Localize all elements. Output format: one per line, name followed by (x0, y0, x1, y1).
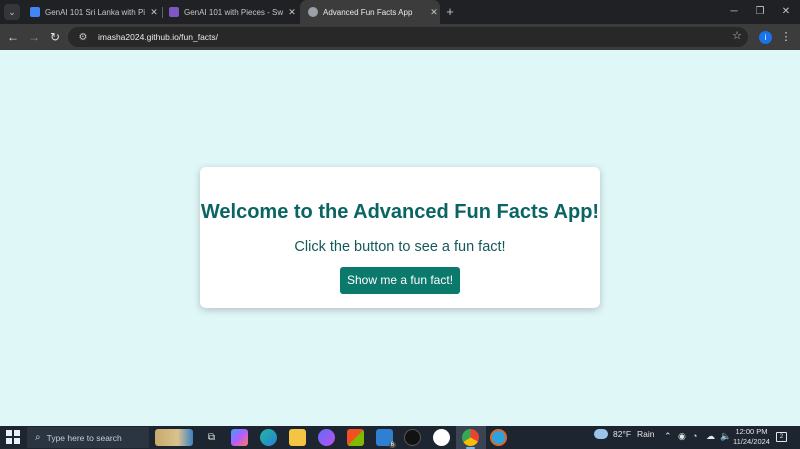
bookmark-star-icon[interactable]: ☆ (732, 29, 742, 42)
notification-center-icon[interactable]: 2 (776, 432, 787, 442)
windows-start-icon[interactable] (6, 430, 20, 444)
more-menu-icon[interactable]: ⋮ (779, 28, 793, 46)
media-player-icon[interactable] (318, 429, 335, 446)
store-icon[interactable] (347, 429, 364, 446)
close-icon[interactable]: ✕ (148, 7, 160, 18)
close-window-button[interactable]: ✕ (772, 2, 800, 22)
new-tab-button[interactable]: + (443, 4, 457, 20)
file-explorer-icon[interactable] (289, 429, 306, 446)
chevron-up-icon[interactable]: ⌃ (664, 431, 672, 442)
pieces-icon[interactable] (433, 429, 450, 446)
show-fun-fact-button[interactable]: Show me a fun fact! (340, 267, 460, 294)
back-arrow-icon[interactable]: ← (4, 28, 22, 46)
meet-now-icon[interactable]: ◉ (678, 431, 686, 442)
tab-fun-facts[interactable]: Advanced Fun Facts App ✕ (300, 0, 440, 24)
site-info-icon[interactable]: ⚙ (74, 32, 92, 43)
tab-strip: ⌄ GenAI 101 Sri Lanka with Pieces ✕ GenA… (0, 0, 800, 24)
globe-icon (308, 7, 318, 17)
docs-icon (30, 7, 40, 17)
tab-title: GenAI 101 with Pieces - Swag (184, 7, 283, 17)
tab-title: Advanced Fun Facts App (323, 7, 413, 17)
clock-time: 12:00 PM (735, 427, 768, 436)
tab-search-button[interactable]: ⌄ (4, 4, 20, 20)
minimize-button[interactable]: ─ (720, 2, 748, 22)
wifi-icon[interactable]: ◔ (692, 431, 697, 441)
close-icon[interactable]: ✕ (428, 7, 440, 18)
tab-title: GenAI 101 Sri Lanka with Pieces (45, 7, 145, 17)
taskbar-search-box[interactable]: ⌕ Type here to search (27, 427, 149, 448)
clock-date: 11/24/2024 (733, 437, 770, 446)
edge-icon[interactable] (260, 429, 277, 446)
forward-arrow-icon[interactable]: → (25, 28, 43, 46)
profile-avatar[interactable]: i (759, 31, 772, 44)
form-icon (169, 7, 179, 17)
chrome-icon[interactable] (462, 429, 479, 449)
search-icon: ⌕ (35, 432, 41, 443)
weather-condition: Rain (637, 429, 655, 439)
url-text[interactable]: imasha2024.github.io/fun_facts/ (98, 32, 218, 42)
tab-genai-sri-lanka[interactable]: GenAI 101 Sri Lanka with Pieces ✕ (24, 0, 160, 24)
mail-icon[interactable]: 6 (376, 429, 396, 448)
search-placeholder: Type here to search (46, 432, 122, 443)
browser-toolbar: ← → ↻ ⚙ imasha2024.github.io/fun_facts/ … (0, 24, 800, 50)
chevron-down-icon: ⌄ (8, 6, 16, 17)
file-manager-widget-icon[interactable] (155, 429, 193, 446)
fun-facts-card: Welcome to the Advanced Fun Facts App! C… (200, 167, 600, 308)
instruction-text: Click the button to see a fun fact! (294, 239, 506, 255)
notification-count: 2 (779, 434, 784, 440)
volume-icon[interactable]: 🔈 (720, 431, 731, 442)
weather-temp: 82°F (613, 429, 632, 439)
task-view-icon[interactable]: ⧉ (203, 429, 220, 446)
tab-separator (162, 7, 163, 18)
close-icon[interactable]: ✕ (286, 7, 298, 18)
mail-badge: 6 (388, 442, 396, 448)
telegram-icon[interactable] (490, 429, 507, 446)
weather-widget[interactable]: 82°F Rain (594, 429, 655, 439)
tab-genai-swag[interactable]: GenAI 101 with Pieces - Swag ✕ (164, 0, 298, 24)
onedrive-cloud-icon[interactable]: ☁ (706, 431, 715, 442)
intellij-icon[interactable] (404, 429, 421, 446)
rain-cloud-icon (594, 429, 608, 439)
restore-button[interactable]: ❐ (746, 2, 774, 22)
page-heading: Welcome to the Advanced Fun Facts App! (200, 201, 600, 223)
copilot-icon[interactable] (231, 429, 248, 446)
page-viewport: Welcome to the Advanced Fun Facts App! C… (0, 50, 800, 426)
system-clock[interactable]: 12:00 PM 11/24/2024 (733, 427, 770, 447)
address-bar[interactable]: ⚙ imasha2024.github.io/fun_facts/ ☆ (68, 27, 748, 47)
reload-icon[interactable]: ↻ (46, 28, 64, 46)
windows-taskbar: ⌕ Type here to search ⧉ 6 82°F Rain ⌃ ◉ … (0, 426, 800, 449)
